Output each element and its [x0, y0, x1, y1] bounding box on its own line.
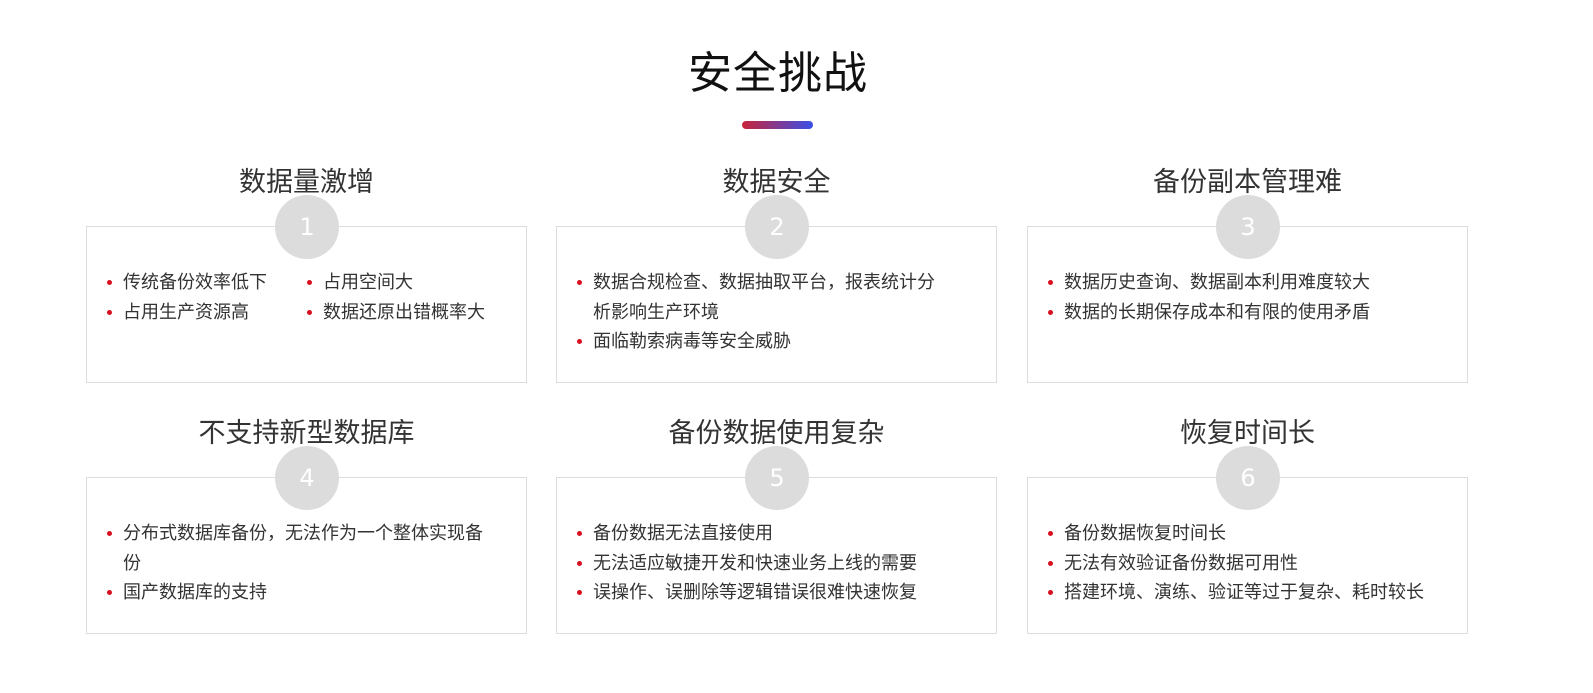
- list-item: 备份数据恢复时间长: [1048, 519, 1453, 549]
- number-badge: 3: [1216, 195, 1280, 259]
- list-item: 面临勒索病毒等安全威胁: [577, 327, 952, 357]
- list-item: 占用空间大: [307, 268, 512, 298]
- list-item: 数据还原出错概率大: [307, 298, 512, 328]
- bullet-list: 分布式数据库备份，无法作为一个整体实现备份 国产数据库的支持: [107, 519, 492, 608]
- list-item: 备份数据无法直接使用: [577, 519, 982, 549]
- list-item: 误操作、误删除等逻辑错误很难快速恢复: [577, 578, 982, 608]
- page-title: 安全挑战: [688, 48, 868, 99]
- bullet-list: 数据历史查询、数据副本利用难度较大 数据的长期保存成本和有限的使用矛盾: [1048, 268, 1453, 327]
- title-underline: [742, 121, 813, 129]
- list-item: 数据的长期保存成本和有限的使用矛盾: [1048, 298, 1453, 328]
- number-badge: 2: [745, 195, 809, 259]
- list-item: 占用生产资源高: [107, 298, 307, 328]
- number-badge: 1: [275, 195, 339, 259]
- list-item: 分布式数据库备份，无法作为一个整体实现备份: [107, 519, 492, 578]
- list-item: 国产数据库的支持: [107, 578, 492, 608]
- list-item: 无法适应敏捷开发和快速业务上线的需要: [577, 549, 982, 579]
- bullet-list: 备份数据无法直接使用 无法适应敏捷开发和快速业务上线的需要 误操作、误删除等逻辑…: [577, 519, 982, 608]
- list-item: 搭建环境、演练、验证等过于复杂、耗时较长: [1048, 578, 1453, 608]
- bullet-list: 备份数据恢复时间长 无法有效验证备份数据可用性 搭建环境、演练、验证等过于复杂、…: [1048, 519, 1453, 608]
- list-item: 数据历史查询、数据副本利用难度较大: [1048, 268, 1453, 298]
- list-item: 传统备份效率低下: [107, 268, 307, 298]
- list-item: 无法有效验证备份数据可用性: [1048, 549, 1453, 579]
- number-badge: 5: [745, 446, 809, 510]
- list-item: 数据合规检查、数据抽取平台，报表统计分析影响生产环境: [577, 268, 952, 327]
- bullet-list: 数据合规检查、数据抽取平台，报表统计分析影响生产环境 面临勒索病毒等安全威胁: [577, 268, 952, 357]
- number-badge: 6: [1216, 446, 1280, 510]
- bullet-list: 传统备份效率低下 占用空间大 占用生产资源高 数据还原出错概率大: [107, 268, 512, 327]
- number-badge: 4: [275, 446, 339, 510]
